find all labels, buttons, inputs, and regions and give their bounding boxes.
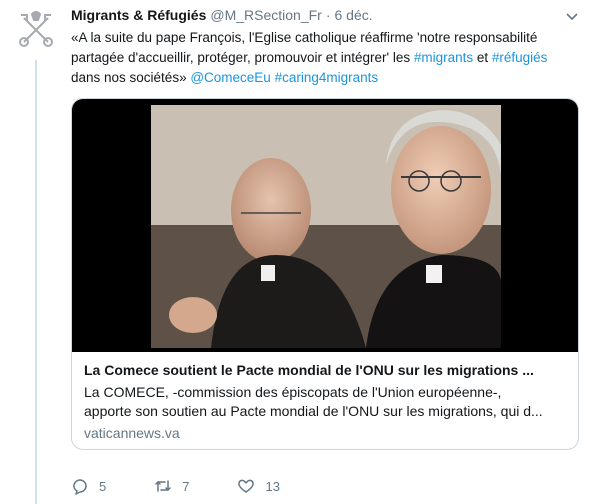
tweet-text-line2b: et (473, 50, 492, 65)
tweet-text-line1: «A la suite du pape François, l'Eglise c… (71, 30, 538, 45)
card-desc-line1: La COMECE, -commission des épiscopats de… (84, 384, 502, 400)
card-title[interactable]: La Comece soutient le Pacte mondial de l… (84, 361, 566, 380)
card-image[interactable] (72, 99, 578, 352)
tweet[interactable]: Migrants & Réfugiés @M_RSection_Fr · 6 d… (71, 6, 581, 450)
like-button[interactable]: 13 (237, 477, 280, 495)
tweet-text-line3a: dans nos sociétés» (71, 70, 191, 85)
card-photo (151, 105, 501, 348)
retweet-button[interactable]: 7 (154, 477, 189, 495)
separator: · (325, 7, 331, 23)
retweet-count: 7 (182, 478, 190, 494)
reply-count: 5 (99, 478, 107, 494)
tweet-actions: 5 7 13 (71, 477, 328, 495)
heart-icon (238, 479, 255, 493)
card-domain[interactable]: vaticannews.va (84, 424, 566, 443)
link-card[interactable]: La Comece soutient le Pacte mondial de l… (71, 98, 579, 450)
card-body[interactable]: La Comece soutient le Pacte mondial de l… (72, 352, 578, 443)
reply-button[interactable]: 5 (71, 477, 106, 495)
tweet-header: Migrants & Réfugiés @M_RSection_Fr · 6 d… (71, 6, 581, 24)
tweet-time[interactable]: 6 déc. (335, 6, 373, 24)
author-name[interactable]: Migrants & Réfugiés (71, 6, 206, 24)
hashtag-refugies[interactable]: #réfugiés (492, 50, 548, 65)
hashtag-migrants[interactable]: #migrants (414, 50, 473, 65)
card-desc-line2: apporte son soutien au Pacte mondial de … (84, 403, 543, 419)
photo-illustration (151, 105, 501, 348)
hashtag-caring4migrants[interactable]: #caring4migrants (275, 70, 379, 85)
mention-comece[interactable]: @ComeceEu (190, 70, 271, 85)
papal-keys-icon (19, 11, 53, 47)
tweet-text: «A la suite du pape François, l'Eglise c… (71, 28, 579, 88)
card-description: La COMECE, -commission des épiscopats de… (84, 383, 566, 421)
retweet-icon (155, 480, 171, 492)
reply-icon (73, 479, 87, 495)
avatar[interactable] (14, 8, 58, 52)
author-handle[interactable]: @M_RSection_Fr (210, 6, 321, 24)
like-count: 13 (265, 478, 280, 494)
tweet-text-line2a: partagée d'accueillir, protéger, promouv… (71, 50, 414, 65)
thread-line (35, 60, 37, 504)
chevron-down-icon[interactable] (565, 9, 579, 23)
